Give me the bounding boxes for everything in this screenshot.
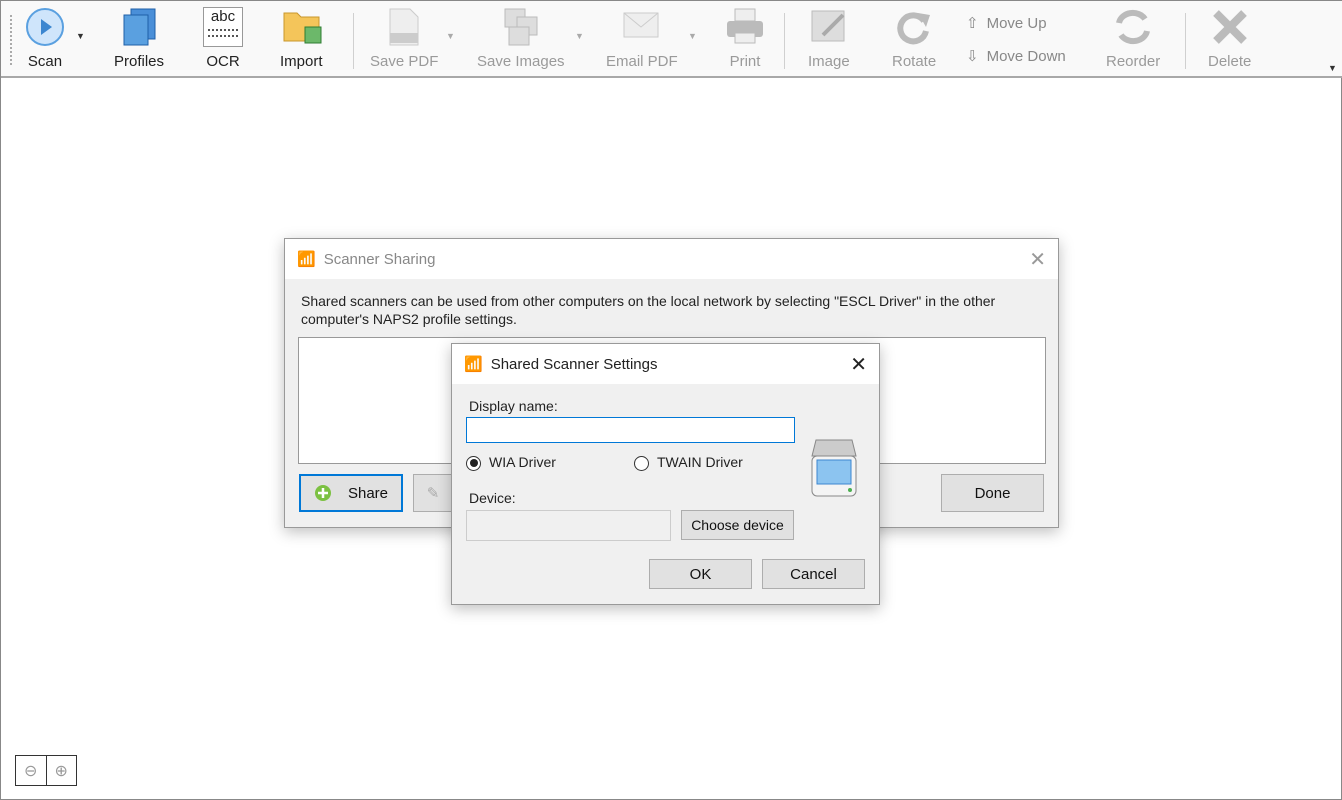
radio-unselected xyxy=(634,455,649,471)
delete-label: Delete xyxy=(1208,53,1252,70)
twain-label: TWAIN Driver xyxy=(657,454,743,470)
arrow-down-icon: ⇩ xyxy=(966,48,979,65)
image-button[interactable]: Image xyxy=(808,7,850,75)
ocr-label: OCR xyxy=(206,53,240,70)
choose-device-button[interactable]: Choose device xyxy=(681,510,794,540)
images-icon xyxy=(501,7,541,47)
save-images-button[interactable]: Save Images xyxy=(477,7,565,75)
add-icon xyxy=(314,485,331,501)
folder-icon xyxy=(281,7,322,47)
done-button[interactable]: Done xyxy=(941,474,1044,512)
device-field xyxy=(466,510,671,541)
toolbar-overflow-icon[interactable]: ▼ xyxy=(1328,63,1337,73)
arrow-up-icon: ⇧ xyxy=(966,15,979,32)
rotate-label: Rotate xyxy=(892,53,937,70)
display-name-input[interactable] xyxy=(466,417,795,443)
share-button[interactable]: Share xyxy=(299,474,403,512)
scan-icon xyxy=(25,7,65,47)
printer-icon xyxy=(725,7,765,47)
close-icon[interactable]: ✕ xyxy=(850,352,867,377)
save-images-label: Save Images xyxy=(477,53,565,70)
dialog-title: Scanner Sharing xyxy=(323,250,436,268)
profiles-button[interactable]: Profiles xyxy=(114,7,164,75)
wia-label: WIA Driver xyxy=(489,454,556,470)
pdf-icon xyxy=(384,7,424,47)
twain-driver-radio[interactable]: TWAIN Driver xyxy=(634,454,743,471)
choose-device-label: Choose device xyxy=(691,517,784,533)
wifi-icon: 📶 xyxy=(297,251,316,268)
ocr-icon-text: abc xyxy=(210,8,236,25)
email-pdf-dropdown-icon[interactable]: ▼ xyxy=(688,31,697,41)
device-label: Device: xyxy=(469,490,516,506)
wifi-icon: 📶 xyxy=(464,356,483,373)
import-label: Import xyxy=(280,53,323,70)
reorder-label: Reorder xyxy=(1106,53,1161,70)
email-pdf-button[interactable]: Email PDF xyxy=(606,7,678,75)
email-pdf-label: Email PDF xyxy=(606,53,678,70)
shared-scanner-settings-dialog: 📶 Shared Scanner Settings ✕ Display name… xyxy=(451,343,880,605)
done-label: Done xyxy=(974,484,1011,502)
print-label: Print xyxy=(729,53,761,70)
ocr-button[interactable]: abc OCR xyxy=(203,7,243,75)
description-text: Shared scanners can be used from other c… xyxy=(301,293,996,327)
save-pdf-label: Save PDF xyxy=(370,53,439,70)
title-bar: 📶 Scanner Sharing xyxy=(285,239,1058,279)
scanner-icon xyxy=(811,439,857,497)
print-button[interactable]: Print xyxy=(725,7,765,75)
scan-button[interactable]: Scan xyxy=(25,7,65,75)
save-images-dropdown-icon[interactable]: ▼ xyxy=(575,31,584,41)
edit-button[interactable]: ✎ xyxy=(413,474,453,512)
radio-selected xyxy=(466,455,481,471)
profiles-label: Profiles xyxy=(114,53,165,70)
cancel-label: Cancel xyxy=(790,565,837,583)
ocr-icon: abc xyxy=(203,7,243,47)
display-name-label: Display name: xyxy=(469,398,558,414)
reorder-icon xyxy=(1113,7,1153,47)
profiles-icon xyxy=(119,7,159,47)
zoom-in-icon: ⊕ xyxy=(54,762,68,780)
rotate-icon xyxy=(894,7,934,47)
save-pdf-dropdown-icon[interactable]: ▼ xyxy=(446,31,455,41)
move-down-label: Move Down xyxy=(986,47,1066,65)
image-label: Image xyxy=(808,53,850,70)
email-icon xyxy=(622,7,662,47)
zoom-controls: ⊖ ⊕ xyxy=(15,755,77,786)
save-pdf-button[interactable]: Save PDF xyxy=(370,7,438,75)
delete-button[interactable]: Delete xyxy=(1208,7,1251,75)
zoom-out-icon: ⊖ xyxy=(24,762,38,780)
toolbar-grip[interactable] xyxy=(10,15,12,65)
separator xyxy=(784,13,785,69)
zoom-out-button[interactable]: ⊖ xyxy=(16,756,47,785)
separator xyxy=(353,13,354,69)
ok-label: OK xyxy=(689,565,712,583)
import-button[interactable]: Import xyxy=(280,7,323,75)
reorder-button[interactable]: Reorder xyxy=(1106,7,1160,75)
move-up-label: Move Up xyxy=(986,14,1047,32)
rotate-button[interactable]: Rotate xyxy=(892,7,936,75)
toolbar: Scan ▼ Profiles abc OCR Import Save PDF … xyxy=(1,1,1342,78)
zoom-in-button[interactable]: ⊕ xyxy=(47,756,77,785)
ok-button[interactable]: OK xyxy=(649,559,752,589)
wia-driver-radio[interactable]: WIA Driver xyxy=(466,454,556,471)
close-icon[interactable]: ✕ xyxy=(1029,247,1046,272)
move-down-button[interactable]: ⇩ Move Down xyxy=(966,47,1066,66)
share-label: Share xyxy=(347,484,389,502)
scan-dropdown-icon[interactable]: ▼ xyxy=(76,31,85,41)
title-bar: 📶 Shared Scanner Settings xyxy=(452,344,879,384)
image-edit-icon xyxy=(809,7,849,47)
dialog-title: Shared Scanner Settings xyxy=(490,355,658,373)
delete-icon xyxy=(1210,7,1250,47)
separator xyxy=(1185,13,1186,69)
scan-label: Scan xyxy=(27,53,63,70)
move-up-button[interactable]: ⇧ Move Up xyxy=(966,14,1047,33)
pencil-icon: ✎ xyxy=(426,485,440,502)
cancel-button[interactable]: Cancel xyxy=(762,559,865,589)
